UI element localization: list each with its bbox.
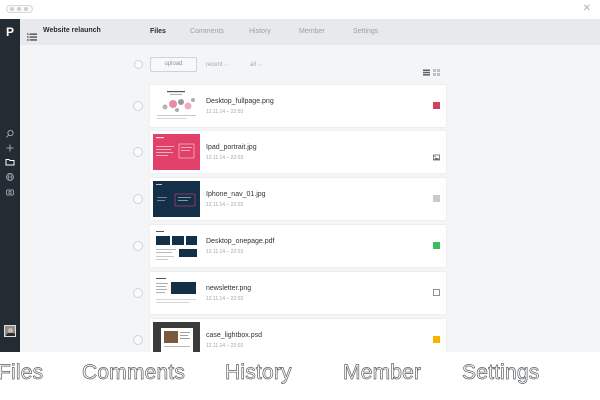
file-thumbnail[interactable]: [153, 322, 200, 352]
list-view-icon[interactable]: [423, 63, 430, 76]
row-checkbox[interactable]: [133, 194, 143, 204]
file-row[interactable]: case_lightbox.psd 12.11.14 – 22:03: [133, 319, 446, 352]
plus-icon[interactable]: [5, 143, 15, 153]
file-thumbnail[interactable]: [153, 181, 200, 217]
status-badge-red[interactable]: [433, 102, 440, 109]
file-name[interactable]: Desktop_fullpage.png: [206, 98, 274, 105]
tab-history-large[interactable]: History: [225, 361, 292, 385]
sort-dropdown-value: recent: [206, 62, 223, 68]
app-logo[interactable]: P: [0, 25, 20, 39]
tab-member[interactable]: Member: [299, 28, 325, 35]
bottom-tab-strip: Files Comments History Member Settings: [0, 352, 600, 400]
file-date: 12.11.14 – 22:03: [206, 296, 244, 302]
upload-button[interactable]: upload: [150, 57, 197, 72]
tab-settings-large[interactable]: Settings: [462, 361, 540, 385]
filter-dropdown-value: all: [250, 62, 257, 68]
grid-view-icon[interactable]: [433, 63, 440, 76]
window-titlebar: ✕: [0, 0, 600, 19]
tab-files-large[interactable]: Files: [0, 361, 43, 385]
files-toolbar: upload recent ⌵ all ⌵: [20, 45, 600, 85]
list-menu-icon[interactable]: [27, 28, 37, 41]
file-row[interactable]: Desktop_fullpage.png 12.11.14 – 22:03: [133, 85, 446, 127]
row-checkbox[interactable]: [133, 101, 143, 111]
row-checkbox[interactable]: [133, 335, 143, 345]
file-name[interactable]: Desktop_onepage.pdf: [206, 238, 275, 245]
folder-icon[interactable]: [5, 157, 15, 167]
file-name[interactable]: newsletter.png: [206, 285, 251, 292]
tab-comments[interactable]: Comments: [190, 28, 224, 35]
row-checkbox[interactable]: [133, 241, 143, 251]
status-badge-yellow[interactable]: [433, 336, 440, 343]
file-name[interactable]: Iphone_nav_01.jpg: [206, 191, 266, 198]
file-row[interactable]: Desktop_onepage.pdf 12.11.14 – 22:03: [133, 225, 446, 267]
file-row[interactable]: Ipad_portrait.jpg 12.11.14 – 22:03: [133, 131, 446, 173]
sidebar: P: [0, 19, 20, 352]
filter-dropdown[interactable]: all ⌵: [250, 62, 261, 68]
file-date: 12.11.14 – 22:03: [206, 343, 244, 349]
file-thumbnail[interactable]: [153, 275, 200, 311]
tab-member-large[interactable]: Member: [343, 361, 422, 385]
status-badge-grey[interactable]: [433, 195, 440, 202]
file-name[interactable]: case_lightbox.psd: [206, 332, 262, 339]
file-date: 12.11.14 – 22:03: [206, 249, 244, 255]
window-controls[interactable]: [6, 5, 33, 13]
status-badge-green[interactable]: [433, 242, 440, 249]
avatar[interactable]: [4, 325, 16, 337]
tab-files[interactable]: Files: [150, 28, 166, 35]
top-navigation: Website relaunch Files Comments History …: [20, 19, 600, 45]
app-window: ✕ P Website relaunch Files Comments Hist…: [0, 0, 600, 352]
file-row[interactable]: newsletter.png 12.11.14 – 22:03: [133, 272, 446, 314]
search-icon[interactable]: [5, 129, 15, 139]
sort-dropdown[interactable]: recent ⌵: [206, 62, 228, 68]
image-status-icon[interactable]: [433, 148, 440, 161]
file-name[interactable]: Ipad_portrait.jpg: [206, 144, 257, 151]
file-date: 12.11.14 – 22:03: [206, 202, 244, 208]
row-checkbox[interactable]: [133, 147, 143, 157]
status-badge-empty[interactable]: [433, 289, 440, 296]
file-row[interactable]: Iphone_nav_01.jpg 12.11.14 – 22:03: [133, 178, 446, 220]
globe-icon[interactable]: [5, 172, 15, 182]
file-thumbnail[interactable]: [153, 88, 200, 124]
file-thumbnail[interactable]: [153, 134, 200, 170]
tab-history[interactable]: History: [249, 28, 271, 35]
file-thumbnail[interactable]: [153, 228, 200, 264]
project-title[interactable]: Website relaunch: [43, 27, 101, 34]
tab-settings[interactable]: Settings: [353, 28, 378, 35]
select-all-checkbox[interactable]: [134, 60, 143, 69]
file-date: 12.11.14 – 22:03: [206, 109, 244, 115]
file-date: 12.11.14 – 22:03: [206, 155, 244, 161]
chevron-down-icon: ⌵: [224, 62, 229, 68]
tab-comments-large[interactable]: Comments: [82, 361, 186, 385]
close-icon[interactable]: ✕: [583, 4, 591, 14]
chevron-down-icon: ⌵: [257, 62, 262, 68]
row-checkbox[interactable]: [133, 288, 143, 298]
archive-icon[interactable]: [5, 187, 15, 197]
